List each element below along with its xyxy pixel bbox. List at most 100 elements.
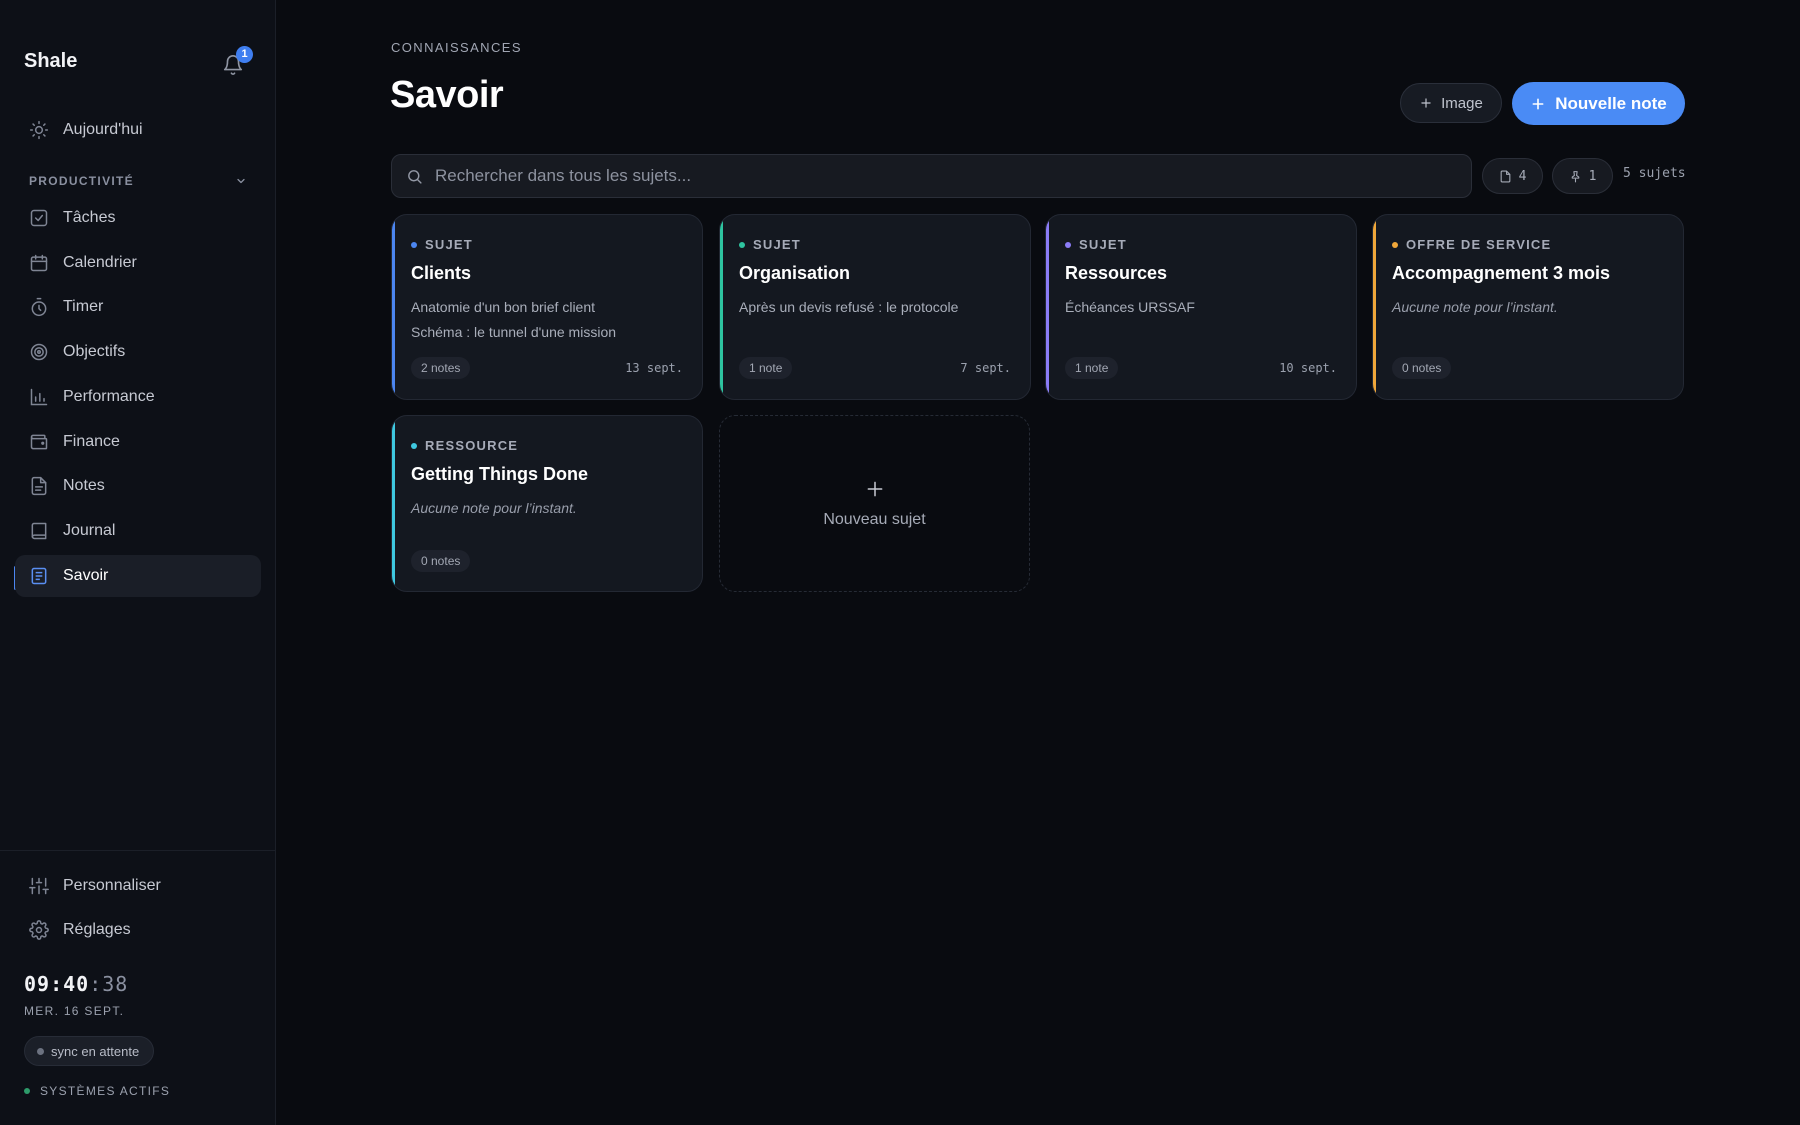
new-note-label: Nouvelle note <box>1555 93 1667 113</box>
card-tag: RESSOURCE <box>411 438 518 453</box>
systems-status-dot <box>24 1088 30 1094</box>
sun-icon <box>29 120 49 140</box>
sidebar-item-customize[interactable]: Personnaliser <box>15 865 261 907</box>
plus-icon <box>867 481 882 496</box>
systems-status: SYSTÈMES ACTIFS <box>24 1084 170 1098</box>
subject-card-ressources[interactable]: SUJET Ressources Échéances URSSAF 1 note… <box>1045 214 1357 400</box>
card-date: 10 sept. <box>1279 361 1337 375</box>
card-date: 7 sept. <box>960 361 1011 375</box>
card-empty-text: Aucune note pour l’instant. <box>1392 299 1558 315</box>
sidebar-item-tasks[interactable]: Tâches <box>15 197 261 239</box>
pinned-count-chip[interactable]: 1 <box>1552 158 1613 194</box>
clock-hm: 09:40 <box>24 972 90 996</box>
card-tag: SUJET <box>1065 237 1127 252</box>
sidebar-item-journal[interactable]: Journal <box>15 510 261 552</box>
card-title: Organisation <box>739 263 851 283</box>
card-tag-label: SUJET <box>425 237 473 252</box>
sidebar-item-timer[interactable]: Timer <box>15 286 261 328</box>
subjects-count: 5 sujets <box>1623 166 1686 181</box>
card-note-link[interactable]: Échéances URSSAF <box>1065 299 1195 315</box>
new-subject-button[interactable]: Nouveau sujet <box>719 415 1030 592</box>
notes-count-chip[interactable]: 4 <box>1482 158 1543 194</box>
card-note-link[interactable]: Schéma : le tunnel d'une mission <box>411 324 616 340</box>
clock-seconds: :38 <box>89 972 129 996</box>
subject-card-clients[interactable]: SUJET Clients Anatomie d'un bon brief cl… <box>391 214 703 400</box>
page-title: Savoir <box>390 74 504 116</box>
checkbox-icon <box>30 209 48 227</box>
card-accent <box>392 215 395 399</box>
sidebar-item-finance[interactable]: Finance <box>15 421 261 463</box>
search-icon <box>408 169 422 184</box>
wallet-icon <box>30 434 48 450</box>
sidebar-item-label: Personnaliser <box>63 877 161 894</box>
sidebar-item-performance[interactable]: Performance <box>15 376 261 418</box>
sidebar-item-label: Tâches <box>63 209 116 226</box>
stopwatch-icon <box>31 297 47 317</box>
sidebar-item-label: Notes <box>63 477 105 494</box>
search-input[interactable] <box>435 166 1435 186</box>
card-note-count: 0 notes <box>1392 357 1452 379</box>
sync-status-badge: sync en attente <box>24 1036 155 1066</box>
add-image-button[interactable]: Image <box>1400 83 1502 123</box>
sidebar-item-calendar[interactable]: Calendrier <box>15 242 261 284</box>
sync-status-dot <box>37 1047 44 1055</box>
sidebar: Shale 1 Aujourd'hui PRODUCTIVITÉ Tâches … <box>0 0 276 1125</box>
sidebar-item-label: Performance <box>63 388 155 405</box>
card-note-link[interactable]: Après un devis refusé : le protocole <box>739 299 958 315</box>
clock: 09:40:38 <box>24 972 128 996</box>
sidebar-item-notes[interactable]: Notes <box>15 465 261 507</box>
new-note-button[interactable]: Nouvelle note <box>1512 82 1685 125</box>
card-note-count: 1 note <box>739 357 793 379</box>
card-accent <box>720 215 723 399</box>
pin-icon <box>1571 170 1579 182</box>
sidebar-item-label: Timer <box>63 298 104 315</box>
calendar-icon <box>30 254 48 272</box>
sidebar-item-goals[interactable]: Objectifs <box>15 331 261 373</box>
card-note-count: 2 notes <box>411 357 471 379</box>
subject-card-accompagnement[interactable]: OFFRE DE SERVICE Accompagnement 3 mois A… <box>1372 214 1684 400</box>
card-tag-label: OFFRE DE SERVICE <box>1406 237 1552 252</box>
tag-dot <box>411 442 417 449</box>
section-label: PRODUCTIVITÉ <box>29 174 134 188</box>
card-title: Accompagnement 3 mois <box>1392 263 1611 283</box>
bar-chart-icon <box>30 388 48 406</box>
page-eyebrow: CONNAISSANCES <box>391 40 522 55</box>
notes-count: 4 <box>1518 168 1527 184</box>
subject-card-gtd[interactable]: RESSOURCE Getting Things Done Aucune not… <box>391 415 703 592</box>
card-accent <box>392 416 395 591</box>
card-note-count: 1 note <box>1065 357 1119 379</box>
sync-status-label: sync en attente <box>51 1043 140 1059</box>
card-note-link[interactable]: Anatomie d'un bon brief client <box>411 299 595 315</box>
sidebar-item-knowledge[interactable]: Savoir <box>15 555 261 597</box>
pinned-count: 1 <box>1588 168 1597 184</box>
tag-dot <box>1065 241 1071 248</box>
card-tag: OFFRE DE SERVICE <box>1392 237 1551 252</box>
sliders-icon <box>29 877 49 895</box>
card-title: Getting Things Done <box>411 464 588 484</box>
sidebar-divider <box>0 850 276 851</box>
tag-dot <box>411 241 417 248</box>
subject-card-organisation[interactable]: SUJET Organisation Après un devis refusé… <box>719 214 1031 400</box>
card-tag-label: SUJET <box>753 237 801 252</box>
add-image-label: Image <box>1441 94 1483 112</box>
search-bar <box>391 154 1472 198</box>
card-empty-text: Aucune note pour l’instant. <box>411 500 577 516</box>
document-icon <box>1500 170 1510 182</box>
document-icon <box>31 476 47 496</box>
sidebar-item-label: Aujourd'hui <box>63 121 143 138</box>
tag-dot <box>1392 241 1398 248</box>
sidebar-item-label: Calendrier <box>63 254 137 271</box>
knowledge-book-icon <box>31 567 47 585</box>
sidebar-item-settings[interactable]: Réglages <box>15 909 261 951</box>
plus-icon <box>1532 98 1544 109</box>
card-tag-label: RESSOURCE <box>425 438 519 453</box>
card-tag: SUJET <box>739 237 801 252</box>
section-productivity[interactable]: PRODUCTIVITÉ <box>29 174 247 188</box>
gear-icon <box>29 920 49 940</box>
plus-icon <box>1421 98 1431 108</box>
sidebar-item-label: Journal <box>63 522 116 539</box>
sidebar-item-today[interactable]: Aujourd'hui <box>15 109 261 151</box>
card-title: Ressources <box>1065 263 1168 283</box>
sidebar-item-label: Savoir <box>63 567 109 584</box>
card-accent <box>1046 215 1049 399</box>
